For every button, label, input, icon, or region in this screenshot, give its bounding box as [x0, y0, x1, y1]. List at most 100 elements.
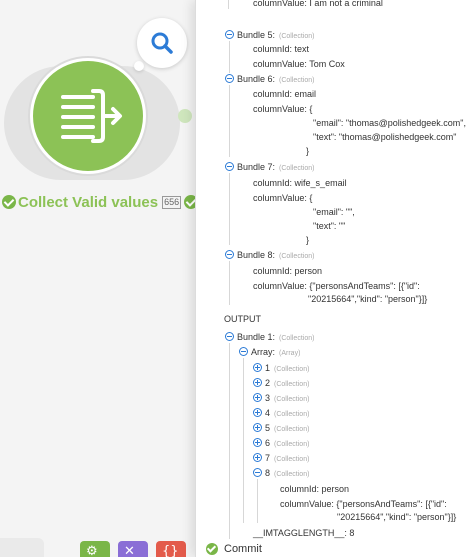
tree-row: columnValue: Tom Cox — [253, 58, 345, 70]
flow-control-button[interactable]: {} — [156, 541, 186, 557]
type-hint: (Collection) — [274, 396, 310, 403]
array-item[interactable]: 2 (Collection) — [253, 377, 309, 391]
tree-row: columnId: person — [253, 265, 322, 277]
bundle-node[interactable]: Bundle 7: (Collection) — [225, 161, 314, 175]
flow-control-icon: {} — [162, 544, 179, 557]
length-row: __IMTAGGLENGTH__: 8 — [253, 527, 354, 539]
bundle-node[interactable]: Bundle 1: (Collection) — [225, 331, 314, 345]
bundle-node[interactable]: Bundle 6: (Collection) — [225, 73, 314, 87]
row-key: columnValue: — [253, 59, 307, 69]
type-hint: (Collection) — [274, 366, 310, 373]
canvas-corner-panel — [0, 538, 44, 557]
tree-guide — [229, 85, 230, 157]
array-node[interactable]: Array: (Array) — [239, 346, 300, 360]
module-title[interactable]: Collect Valid values — [18, 194, 158, 211]
expand-toggle-icon[interactable] — [253, 393, 262, 402]
tree-guide — [229, 261, 230, 305]
row-key: columnValue: — [253, 0, 307, 8]
row-value[interactable]: {"personsAndTeams": [{"id": — [309, 281, 419, 291]
row-value[interactable]: {"personsAndTeams": [{"id": — [336, 499, 446, 509]
bundle-label: Bundle 1: — [237, 332, 276, 342]
row-value[interactable]: I am not a criminal — [309, 0, 383, 8]
expand-toggle-icon[interactable] — [253, 363, 262, 372]
expand-toggle-icon[interactable] — [253, 378, 262, 387]
row-key: columnId: — [280, 484, 320, 494]
collapse-toggle-icon[interactable] — [225, 74, 234, 83]
row-value[interactable]: person — [322, 484, 350, 494]
value-continuation[interactable]: "20215664","kind": "person"}]} — [308, 293, 427, 305]
collapse-toggle-icon[interactable] — [225, 30, 234, 39]
row-value[interactable]: email — [295, 89, 317, 99]
row-value[interactable]: Tom Cox — [309, 59, 345, 69]
type-hint: (Collection) — [274, 426, 310, 433]
collapse-toggle-icon[interactable] — [239, 347, 248, 356]
array-item[interactable]: 7 (Collection) — [253, 452, 309, 466]
tree-guide — [229, 173, 230, 245]
scenario-canvas[interactable]: Collect Valid values 656 ⚙ ✕ {} — [0, 0, 195, 557]
commit-button[interactable]: Commit — [224, 543, 262, 555]
module-label[interactable]: Collect Valid values 656 — [2, 192, 195, 212]
tree-guide — [243, 358, 244, 523]
row-key: columnId: — [253, 89, 293, 99]
json-line[interactable]: "text": "thomas@polishedgeek.com" — [313, 131, 456, 143]
tree-row: columnValue: I am not a criminal — [253, 0, 383, 9]
array-item[interactable]: 5 (Collection) — [253, 422, 309, 436]
json-line[interactable]: "text": "" — [313, 220, 345, 232]
row-key: columnId: — [253, 44, 293, 54]
row-key: columnValue: — [253, 104, 307, 114]
row-value[interactable]: { — [309, 193, 312, 203]
tree-guide — [228, 0, 229, 9]
tree-row: columnId: person — [280, 483, 349, 495]
collapse-toggle-icon[interactable] — [225, 250, 234, 259]
settings-button[interactable]: ⚙ — [80, 541, 110, 557]
row-value[interactable]: person — [295, 266, 323, 276]
json-line[interactable]: "email": "thomas@polishedgeek.com", — [313, 117, 466, 129]
collapse-toggle-icon[interactable] — [253, 468, 262, 477]
commit-bar: Commit — [196, 540, 474, 557]
module-connector-dot[interactable] — [178, 109, 192, 123]
array-aggregator-icon — [61, 89, 122, 143]
type-hint: (Collection) — [279, 165, 315, 172]
value-continuation[interactable]: "20215664","kind": "person"}]} — [337, 511, 456, 523]
collapse-toggle-icon[interactable] — [225, 162, 234, 171]
type-hint: (Collection) — [279, 253, 315, 260]
row-value[interactable]: text — [295, 44, 310, 54]
array-item[interactable]: 4 (Collection) — [253, 407, 309, 421]
type-hint: (Collection) — [279, 335, 315, 342]
expand-toggle-icon[interactable] — [253, 423, 262, 432]
array-label: Array: — [251, 347, 276, 357]
row-key: __IMTAGGLENGTH__: — [253, 528, 347, 538]
bundle-inspector-panel[interactable]: columnValue: I am not a criminal Bundle … — [195, 0, 474, 557]
type-hint: (Collection) — [274, 456, 310, 463]
item-index: 2 — [265, 378, 271, 388]
array-aggregator-module[interactable] — [30, 58, 146, 174]
collapse-toggle-icon[interactable] — [225, 332, 234, 341]
bubble-tail — [134, 61, 144, 71]
row-key: columnValue: — [280, 499, 334, 509]
bundle-label: Bundle 7: — [237, 162, 276, 172]
row-value[interactable]: 8 — [349, 528, 354, 538]
expand-toggle-icon[interactable] — [253, 438, 262, 447]
tools-button[interactable]: ✕ — [118, 541, 148, 557]
module-id-badge: 656 — [162, 195, 182, 209]
bundle-node[interactable]: Bundle 8: (Collection) — [225, 249, 314, 263]
row-key: columnId: — [253, 178, 293, 188]
bundle-node[interactable]: Bundle 5: (Collection) — [225, 29, 314, 43]
tree-row: columnId: email — [253, 88, 316, 100]
array-item[interactable]: 8 (Collection) — [253, 467, 309, 481]
tree-row: columnValue: {"personsAndTeams": [{"id": — [280, 498, 447, 510]
search-icon — [151, 32, 173, 54]
type-hint: (Array) — [279, 350, 301, 357]
row-value[interactable]: { — [309, 104, 312, 114]
array-item[interactable]: 3 (Collection) — [253, 392, 309, 406]
gear-icon: ⚙ — [86, 544, 98, 557]
expand-toggle-icon[interactable] — [253, 408, 262, 417]
inspect-bubble-button[interactable] — [137, 18, 187, 68]
json-line[interactable]: "email": "", — [313, 206, 355, 218]
array-item[interactable]: 1 (Collection) — [253, 362, 309, 376]
row-value[interactable]: wife_s_email — [295, 178, 347, 188]
expand-toggle-icon[interactable] — [253, 453, 262, 462]
bottom-toolbar: ⚙ ✕ {} — [80, 541, 186, 557]
item-index: 3 — [265, 393, 271, 403]
array-item[interactable]: 6 (Collection) — [253, 437, 309, 451]
